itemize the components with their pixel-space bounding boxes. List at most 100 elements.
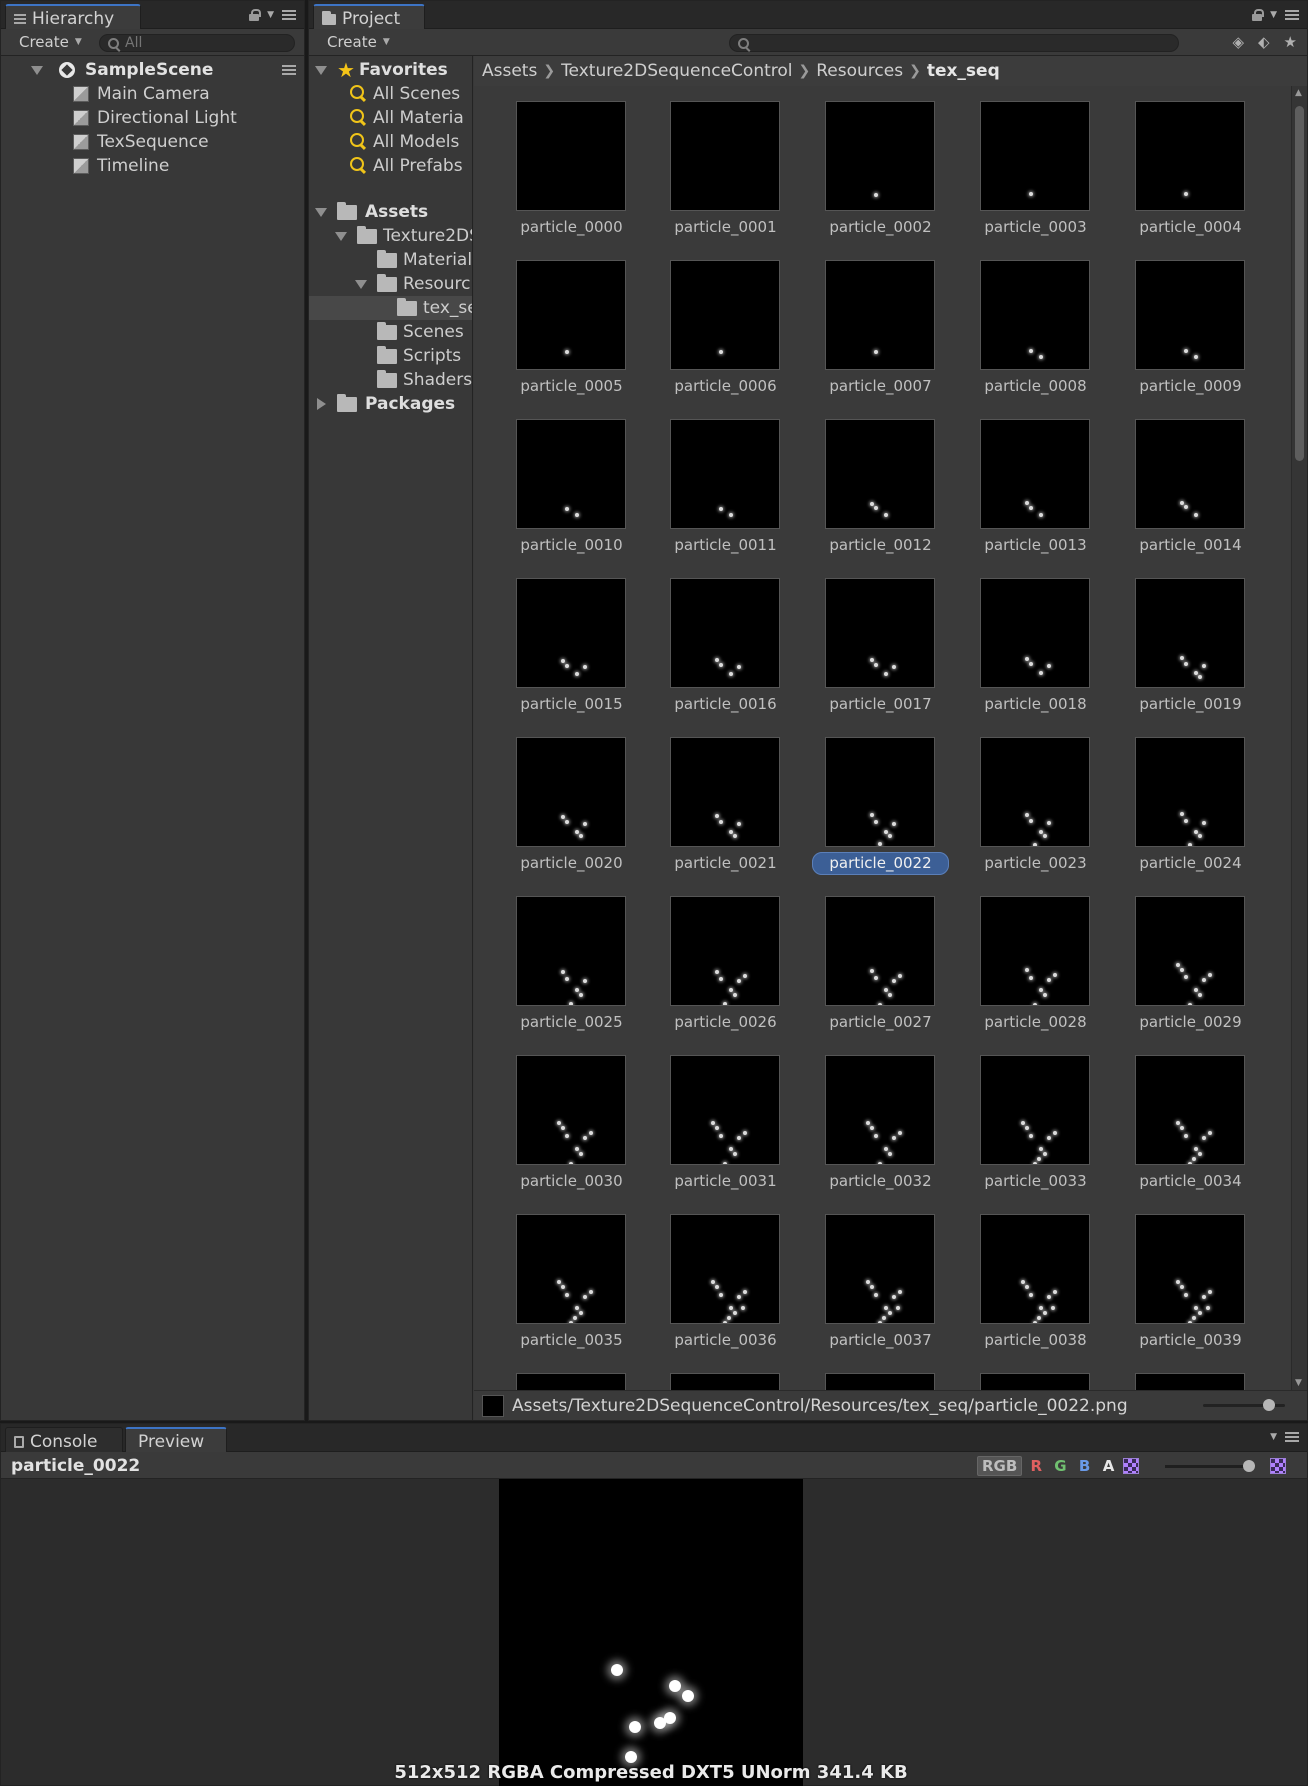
folder-row[interactable]: Materials <box>309 248 472 272</box>
tab-console[interactable]: Console <box>5 1427 123 1453</box>
asset-tile[interactable]: particle_0007 <box>803 260 943 410</box>
asset-tile[interactable]: particle_0011 <box>648 419 788 569</box>
channel-a-button[interactable]: A <box>1099 1456 1119 1476</box>
assets-root-row[interactable]: Assets <box>309 200 472 224</box>
tab-project[interactable]: Project <box>313 4 425 30</box>
asset-tile[interactable]: particle_0025 <box>494 896 634 1046</box>
panel-menu-icon[interactable] <box>1285 1432 1299 1442</box>
asset-tile[interactable]: particle_0039 <box>1113 1214 1253 1364</box>
alpha-checker-icon[interactable] <box>1122 1458 1139 1474</box>
asset-tile[interactable]: particle_0003 <box>958 101 1098 251</box>
asset-tile[interactable]: particle_0010 <box>494 419 634 569</box>
hierarchy-create-button[interactable]: Create ▼ <box>9 32 92 52</box>
tab-preview[interactable]: Preview <box>125 1427 227 1453</box>
mip-level-slider[interactable] <box>1165 1460 1255 1472</box>
tab-hierarchy[interactable]: Hierarchy <box>5 4 141 30</box>
scrollbar-thumb[interactable] <box>1295 106 1304 461</box>
folder-row[interactable]: Resourc <box>309 272 472 296</box>
packages-row[interactable]: Packages <box>309 392 472 416</box>
folder-row[interactable]: Texture2DS <box>309 224 472 248</box>
hierarchy-item[interactable]: TexSequence <box>1 130 304 154</box>
asset-tile[interactable] <box>494 1373 634 1390</box>
asset-tile[interactable]: particle_0019 <box>1113 578 1253 728</box>
scroll-up-icon[interactable]: ▲ <box>1295 88 1302 98</box>
dropdown-caret-icon[interactable]: ▼ <box>267 10 274 20</box>
hierarchy-search[interactable] <box>99 34 295 52</box>
asset-tile[interactable]: particle_0004 <box>1113 101 1253 251</box>
hierarchy-item[interactable]: Directional Light <box>1 106 304 130</box>
scene-menu-icon[interactable] <box>282 65 296 75</box>
hierarchy-item[interactable]: Timeline <box>1 154 304 178</box>
expand-arrow-icon[interactable] <box>335 231 347 241</box>
channel-b-button[interactable]: B <box>1075 1456 1095 1476</box>
asset-tile[interactable]: particle_0029 <box>1113 896 1253 1046</box>
favorite-item[interactable]: All Scenes <box>309 82 472 106</box>
channel-g-button[interactable]: G <box>1050 1456 1070 1476</box>
asset-tile[interactable]: particle_0030 <box>494 1055 634 1205</box>
asset-tile[interactable]: particle_0024 <box>1113 737 1253 887</box>
folder-row[interactable]: Scenes <box>309 320 472 344</box>
asset-tile[interactable]: particle_0015 <box>494 578 634 728</box>
asset-tile[interactable] <box>803 1373 943 1390</box>
asset-tile[interactable]: particle_0014 <box>1113 419 1253 569</box>
folder-row[interactable]: Scripts <box>309 344 472 368</box>
asset-tile[interactable]: particle_0002 <box>803 101 943 251</box>
hierarchy-search-input[interactable] <box>125 35 294 51</box>
folder-row[interactable]: Shaders <box>309 368 472 392</box>
breadcrumb-item-current[interactable]: tex_seq <box>927 61 1000 81</box>
panel-menu-icon[interactable] <box>282 10 296 20</box>
filter-by-type-icon[interactable]: ◈ <box>1232 33 1244 51</box>
project-search-input[interactable] <box>755 35 1178 51</box>
asset-tile[interactable]: particle_0013 <box>958 419 1098 569</box>
asset-tile[interactable]: particle_0023 <box>958 737 1098 887</box>
channel-r-button[interactable]: R <box>1026 1456 1046 1476</box>
asset-tile[interactable] <box>958 1373 1098 1390</box>
asset-tile[interactable] <box>1113 1373 1253 1390</box>
collapse-arrow-icon[interactable] <box>317 398 326 410</box>
breadcrumb-item[interactable]: Resources <box>816 61 903 81</box>
expand-arrow-icon[interactable] <box>31 65 43 75</box>
asset-tile[interactable]: particle_0032 <box>803 1055 943 1205</box>
scroll-down-icon[interactable]: ▼ <box>1295 1378 1302 1388</box>
asset-tile[interactable]: particle_0009 <box>1113 260 1253 410</box>
asset-tile[interactable]: particle_0022 <box>803 737 949 887</box>
asset-tile[interactable]: particle_0000 <box>494 101 634 251</box>
channel-rgb-button[interactable]: RGB <box>977 1456 1023 1476</box>
asset-tile[interactable]: particle_0036 <box>648 1214 788 1364</box>
asset-tile[interactable]: particle_0006 <box>648 260 788 410</box>
favorites-row[interactable]: ★ Favorites <box>309 58 472 82</box>
favorite-item[interactable]: All Models <box>309 130 472 154</box>
asset-tile[interactable]: particle_0038 <box>958 1214 1098 1364</box>
asset-tile[interactable]: particle_0017 <box>803 578 943 728</box>
asset-grid-scrollbar[interactable]: ▲ ▼ <box>1291 86 1307 1390</box>
asset-tile[interactable]: particle_0018 <box>958 578 1098 728</box>
asset-tile[interactable]: particle_0021 <box>648 737 788 887</box>
asset-tile[interactable]: particle_0016 <box>648 578 788 728</box>
filter-by-label-icon[interactable]: ⬖ <box>1258 33 1270 51</box>
asset-tile[interactable]: particle_0012 <box>803 419 943 569</box>
asset-tile[interactable] <box>648 1373 788 1390</box>
asset-tile[interactable]: particle_0031 <box>648 1055 788 1205</box>
slider-knob[interactable] <box>1243 1460 1255 1472</box>
scene-row[interactable]: SampleScene <box>1 58 304 82</box>
expand-arrow-icon[interactable] <box>315 207 327 217</box>
favorite-item[interactable]: All Prefabs <box>309 154 472 178</box>
asset-tile[interactable]: particle_0037 <box>803 1214 943 1364</box>
lock-icon[interactable] <box>249 9 262 21</box>
asset-tile[interactable]: particle_0026 <box>648 896 788 1046</box>
asset-tile[interactable]: particle_0035 <box>494 1214 634 1364</box>
hierarchy-item[interactable]: Main Camera <box>1 82 304 106</box>
favorite-star-icon[interactable]: ★ <box>1284 33 1297 51</box>
breadcrumb-item[interactable]: Assets <box>482 61 537 81</box>
panel-menu-icon[interactable] <box>1285 10 1299 20</box>
asset-tile[interactable]: particle_0033 <box>958 1055 1098 1205</box>
expand-arrow-icon[interactable] <box>355 279 367 289</box>
asset-tile[interactable]: particle_0028 <box>958 896 1098 1046</box>
asset-tile[interactable]: particle_0005 <box>494 260 634 410</box>
transparency-toggle-icon[interactable] <box>1270 1458 1286 1474</box>
asset-tile[interactable]: particle_0020 <box>494 737 634 887</box>
expand-arrow-icon[interactable] <box>315 65 327 75</box>
project-create-button[interactable]: Create ▼ <box>317 32 400 52</box>
slider-knob[interactable] <box>1263 1399 1275 1411</box>
asset-tile[interactable]: particle_0001 <box>648 101 788 251</box>
